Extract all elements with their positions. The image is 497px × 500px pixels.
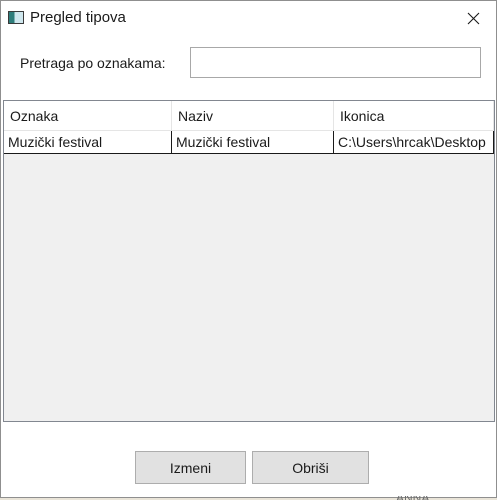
dialog-window: Pregled tipova Pretraga po oznakama: Ozn… xyxy=(0,0,497,498)
close-icon xyxy=(467,12,479,24)
search-input[interactable] xyxy=(190,47,481,78)
column-header-naziv[interactable]: Naziv xyxy=(172,101,334,131)
column-header-oznaka[interactable]: Oznaka xyxy=(4,101,172,131)
cell-naziv[interactable]: Muzički festival xyxy=(172,131,334,154)
search-label: Pretraga po oznakama: xyxy=(20,55,166,71)
cell-oznaka[interactable]: Muzički festival xyxy=(4,131,172,154)
title-bar[interactable]: Pregled tipova xyxy=(1,1,496,35)
app-window-icon xyxy=(8,11,24,24)
table-row[interactable]: Muzički festival Muzički festival C:\Use… xyxy=(4,131,494,154)
grid-header: Oznaka Naziv Ikonica xyxy=(4,101,494,131)
types-grid[interactable]: Oznaka Naziv Ikonica Muzički festival Mu… xyxy=(3,100,495,422)
edit-button[interactable]: Izmeni xyxy=(135,451,246,484)
window-title: Pregled tipova xyxy=(30,9,126,26)
close-button[interactable] xyxy=(450,1,496,35)
delete-button[interactable]: Obriši xyxy=(252,451,369,484)
column-header-ikonica[interactable]: Ikonica xyxy=(334,101,494,131)
background-partial-text: ANNA xyxy=(396,496,429,500)
cell-ikonica[interactable]: C:\Users\hrcak\Desktop xyxy=(334,131,494,154)
